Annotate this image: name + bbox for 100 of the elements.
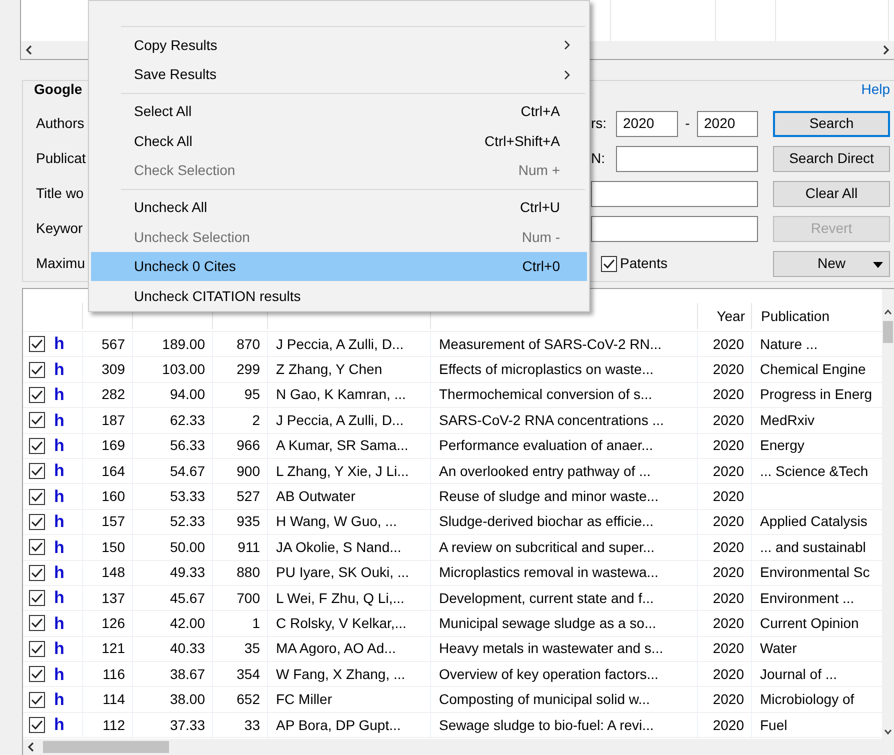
scroll-left-icon (25, 45, 33, 55)
table-cell-text: Nature ... (760, 334, 818, 354)
table-cell-text: L Wei, F Zhu, Q Li,... (276, 588, 404, 608)
table-cell-text: Sludge-derived biochar as efficie... (439, 512, 654, 532)
input-field[interactable] (591, 216, 758, 242)
table-cell-text: Reuse of sludge and minor waste... (439, 487, 658, 506)
menu-item[interactable]: Uncheck CITATION results (91, 281, 587, 311)
table-cell-text: 148 (102, 563, 125, 582)
link-marker[interactable]: h (54, 560, 64, 586)
table-cell-text: J Peccia, A Zulli, D... (276, 410, 404, 430)
checkbox[interactable] (29, 438, 45, 454)
link-marker[interactable]: h (54, 585, 64, 611)
table-cell-text: Composting of municipal solid w... (439, 690, 650, 710)
table-cell-text: J Peccia, A Zulli, D... (276, 334, 404, 354)
checkbox[interactable] (29, 615, 45, 632)
table-cell-text: 169 (102, 436, 125, 456)
table-cell-text: Microbiology of (760, 690, 854, 710)
table-cell-text: 33 (244, 716, 260, 735)
button[interactable]: Clear All (773, 180, 890, 206)
checkbox-label: Patents (620, 254, 668, 273)
table-cell-text: 527 (236, 487, 260, 506)
table-cell-text: 126 (102, 614, 125, 633)
year-from-field[interactable]: 2020 (616, 110, 678, 136)
table-cell-text: 2020 (712, 487, 744, 506)
link-marker[interactable]: h (54, 509, 64, 535)
link-marker[interactable]: h (54, 662, 64, 688)
scrollbar-thumb[interactable] (883, 321, 893, 343)
link-marker[interactable]: h (54, 408, 64, 434)
table-cell-text: Progress in Energ (760, 385, 872, 404)
checkbox[interactable] (29, 386, 45, 403)
link-marker[interactable]: h (54, 686, 64, 712)
link-marker[interactable]: h (54, 534, 64, 560)
table-cell-text: 62.33 (170, 410, 205, 430)
scrollbar-thumb[interactable] (43, 741, 169, 753)
link-marker[interactable]: h (54, 712, 64, 738)
shortcut-text: Ctrl+0 (522, 257, 560, 276)
input-field[interactable] (616, 146, 758, 172)
link-marker[interactable]: h (54, 636, 64, 662)
button[interactable]: Search (773, 110, 890, 136)
help-link[interactable]: Help (861, 78, 890, 100)
table-cell-text: 52.33 (170, 512, 205, 532)
table-cell-text: 2020 (712, 614, 744, 633)
table-cell-text: 187 (102, 410, 125, 430)
table-cell-text: Performance evaluation of anaer... (439, 436, 654, 456)
table-cell-text: 157 (102, 512, 125, 532)
menu-item[interactable]: Check All Ctrl+Shift+A (91, 126, 587, 156)
menu-item[interactable]: Uncheck All Ctrl+U (91, 192, 587, 222)
checkbox[interactable] (601, 256, 617, 272)
checkbox[interactable] (29, 463, 45, 480)
checkbox[interactable] (29, 564, 45, 581)
link-marker[interactable]: h (54, 458, 64, 484)
menu-item[interactable]: Copy Results (91, 30, 587, 60)
menu-item[interactable]: Uncheck 0 Cites Ctrl+0 (91, 252, 587, 282)
input-field[interactable] (591, 180, 758, 206)
table-cell-text: 49.33 (170, 563, 205, 582)
table-cell-text: 2020 (712, 563, 744, 582)
checkbox[interactable] (29, 362, 45, 378)
table-cell-text: 2020 (712, 410, 744, 430)
scroll-left-icon (27, 742, 35, 752)
table-cell-text: 112 (102, 716, 125, 735)
checkbox[interactable] (29, 666, 45, 682)
checkbox[interactable] (29, 640, 45, 657)
checkbox[interactable] (29, 488, 45, 505)
table-cell-text: 282 (102, 385, 125, 404)
checkbox[interactable] (29, 539, 45, 556)
table-cell-text: ... and sustainabl (760, 538, 866, 557)
year-to-field[interactable]: 2020 (697, 110, 758, 136)
table-cell-text: H Wang, W Guo, ... (276, 512, 397, 532)
table-cell-text: Effects of microplastics on waste... (439, 360, 654, 380)
checkbox[interactable] (29, 692, 45, 708)
table-cell-text: 2020 (712, 639, 744, 658)
table-cell-text: 870 (236, 334, 260, 354)
table-cell-text: Energy (760, 436, 804, 456)
link-marker[interactable]: h (54, 484, 64, 510)
link-marker[interactable]: h (54, 433, 64, 459)
table-cell-text: 50.00 (170, 538, 205, 557)
button[interactable]: Search Direct (773, 146, 890, 172)
table-cell-text: 53.33 (170, 487, 205, 506)
column-header[interactable]: Year (698, 303, 752, 329)
link-marker[interactable]: h (54, 382, 64, 408)
checkbox[interactable] (29, 717, 45, 734)
link-marker[interactable]: h (54, 610, 64, 636)
menu-item[interactable]: Save Results (91, 60, 587, 90)
table-cell-text: Fuel (760, 716, 788, 735)
table-cell-text: 2020 (712, 334, 744, 354)
button[interactable]: New (773, 250, 890, 276)
table-cell-text: 2020 (712, 385, 744, 404)
link-marker[interactable]: h (54, 356, 64, 382)
menu-item[interactable]: Select All Ctrl+A (91, 96, 587, 126)
table-cell-text: 42.00 (170, 614, 205, 633)
table-cell-text: FC Miller (276, 690, 332, 710)
checkbox[interactable] (29, 412, 45, 428)
link-marker[interactable]: h (54, 331, 64, 357)
checkbox[interactable] (29, 514, 45, 530)
table-cell-text: SARS-CoV-2 RNA concentrations ... (439, 410, 664, 430)
table-cell-text: 2020 (712, 462, 744, 481)
table-cell-text: 2020 (712, 690, 744, 710)
checkbox[interactable] (29, 590, 45, 606)
checkbox[interactable] (29, 336, 45, 352)
table-cell-text: AB Outwater (276, 487, 356, 506)
